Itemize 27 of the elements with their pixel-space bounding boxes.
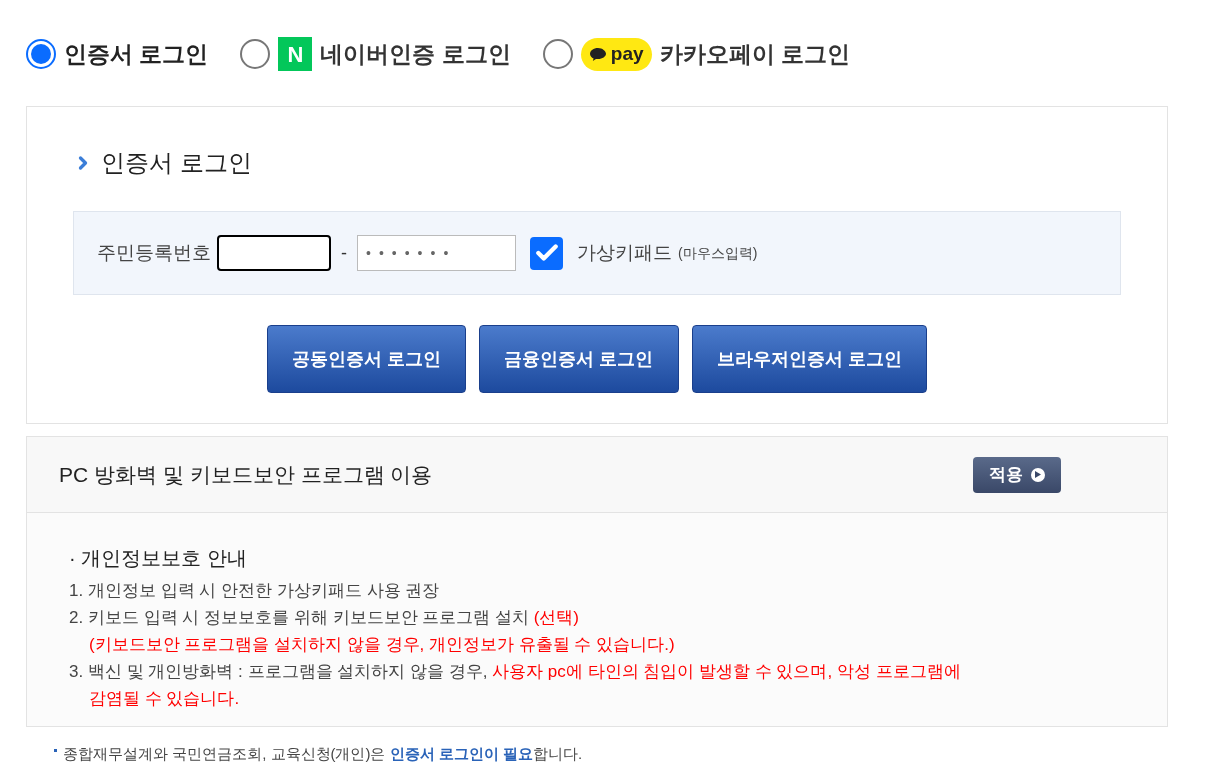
login-button[interactable]: 브라우저인증서 로그인	[691, 325, 927, 393]
security-title: PC 방화벽 및 키보드보안 프로그램 이용	[59, 461, 433, 488]
separator: -	[340, 241, 348, 265]
login-method-radio[interactable]: N 네이버인증 로그인	[240, 36, 511, 72]
bullet-icon	[54, 748, 57, 752]
kakaopay-logo: pay	[580, 37, 652, 71]
login-button[interactable]: 금융인증서 로그인	[479, 325, 679, 393]
apply-button[interactable]: 적용	[973, 456, 1061, 493]
login-button[interactable]: 공동인증서 로그인	[267, 325, 467, 393]
notice-text: 2. 키보드 입력 시 정보보호를 위해 키보드보안 프로그램 설치 (선택)	[69, 607, 580, 629]
naver-logo: N	[278, 37, 313, 71]
notice-title: · 개인정보보호 안내	[69, 546, 248, 571]
input-field[interactable]	[217, 235, 331, 271]
notice-text: 3. 백신 및 개인방화벽 : 프로그램을 설치하지 않을 경우, 사용자 pc에 타인의 침입이 발생할 수 있으며, 악성 프로그램에 감염될 수 있습니다.	[69, 661, 962, 710]
checkbox[interactable]	[530, 236, 563, 270]
play-icon	[1031, 467, 1045, 482]
checkbox-label: 가상키패드	[577, 240, 672, 265]
login-method-radio[interactable]: 인증서 로그인	[26, 36, 209, 72]
notice-text: (키보드보안 프로그램을 설치하지 않을 경우, 개인정보가 유출될 수 있습니다.)	[88, 634, 676, 656]
speech-bubble-icon	[588, 46, 607, 62]
notice-text: 1. 개인정보 입력 시 안전한 가상키패드 사용 권장	[69, 580, 441, 602]
login-method-radio[interactable]: pay 카카오페이 로그인	[542, 36, 850, 72]
section-title: 인증서 로그인	[101, 148, 252, 178]
footer-note: 종합재무설계와 국민연금조회, 교육신청(개인)은 인증서 로그인이 필요합니다.	[63, 744, 583, 764]
password-field[interactable]: •••••••	[357, 235, 516, 271]
field-label: 주민등록번호	[97, 240, 211, 265]
hint-text: (마우스입력)	[678, 243, 758, 263]
